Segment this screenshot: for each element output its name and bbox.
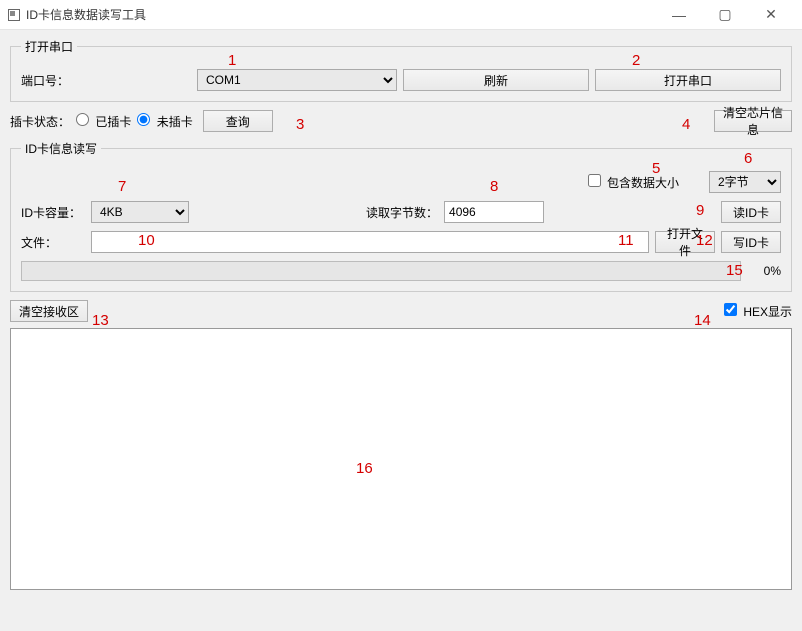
capacity-label: ID卡容量： — [21, 204, 85, 221]
readwrite-group: ID卡信息读写 包含数据大小 2字节 ID卡容量： 4KB 读取字节数： 读ID… — [10, 140, 792, 292]
window-title: ID卡信息数据读写工具 — [26, 6, 146, 23]
maximize-button[interactable]: ▢ — [702, 0, 748, 30]
serial-group-legend: 打开串口 — [21, 38, 77, 55]
card-status-label: 插卡状态： — [10, 113, 70, 130]
radio-not-inserted[interactable]: 未插卡 — [137, 113, 192, 130]
byte-unit-select[interactable]: 2字节 — [709, 171, 781, 193]
serial-port-group: 打开串口 端口号： COM1 刷新 打开串口 — [10, 38, 792, 102]
file-path-input[interactable] — [91, 231, 649, 253]
file-label: 文件： — [21, 234, 85, 251]
receive-textarea[interactable] — [10, 328, 792, 590]
read-bytes-label: 读取字节数： — [366, 204, 438, 221]
port-label: 端口号： — [21, 72, 191, 89]
titlebar: ID卡信息数据读写工具 — ▢ ✕ — [0, 0, 802, 30]
port-select[interactable]: COM1 — [197, 69, 397, 91]
readwrite-legend: ID卡信息读写 — [21, 140, 101, 157]
read-bytes-input[interactable] — [444, 201, 544, 223]
close-button[interactable]: ✕ — [748, 0, 794, 30]
minimize-button[interactable]: — — [656, 0, 702, 30]
progress-bar — [21, 261, 741, 281]
capacity-select[interactable]: 4KB — [91, 201, 189, 223]
progress-percent: 0% — [747, 264, 781, 278]
hex-display-checkbox[interactable]: HEX显示 — [724, 303, 792, 320]
include-size-checkbox[interactable]: 包含数据大小 — [588, 174, 679, 191]
query-button[interactable]: 查询 — [203, 110, 273, 132]
app-icon — [8, 9, 20, 21]
clear-chip-button[interactable]: 清空芯片信息 — [714, 110, 792, 132]
clear-receive-button[interactable]: 清空接收区 — [10, 300, 88, 322]
read-card-button[interactable]: 读ID卡 — [721, 201, 781, 223]
open-file-button[interactable]: 打开文件 — [655, 231, 715, 253]
open-port-button[interactable]: 打开串口 — [595, 69, 781, 91]
write-card-button[interactable]: 写ID卡 — [721, 231, 781, 253]
refresh-button[interactable]: 刷新 — [403, 69, 589, 91]
client-area: 打开串口 端口号： COM1 刷新 打开串口 插卡状态： 已插卡 未插卡 查询 … — [0, 30, 802, 631]
radio-inserted[interactable]: 已插卡 — [76, 113, 131, 130]
